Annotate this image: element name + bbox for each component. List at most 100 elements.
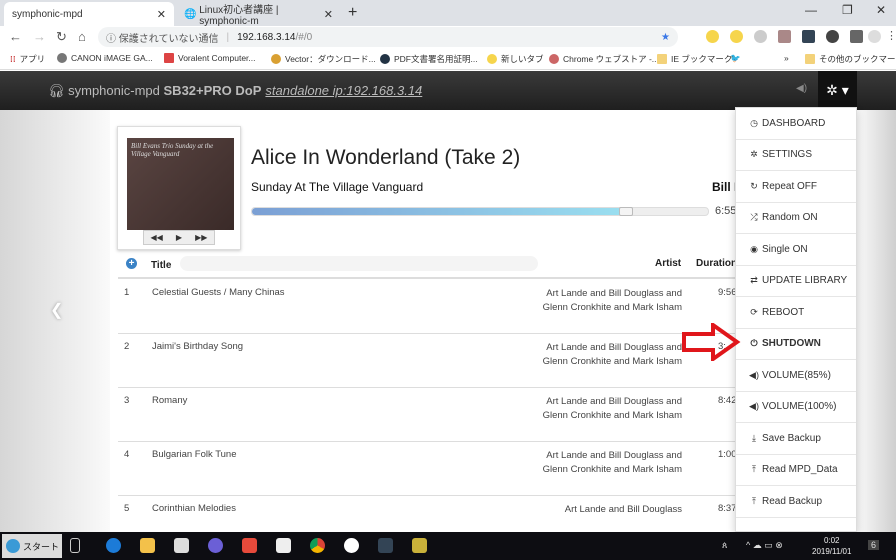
track-duration: 8:37 — [718, 503, 735, 514]
store-icon[interactable] — [174, 538, 189, 553]
menu-item-shutdown[interactable]: ⏻ SHUTDOWN — [736, 329, 856, 360]
minimize-button[interactable]: — — [805, 3, 817, 17]
restore-button[interactable]: ❐ — [842, 3, 853, 17]
people-icon[interactable]: ጰ — [722, 540, 727, 551]
menu-item-read-backup[interactable]: ⤒ Read Backup — [736, 486, 856, 518]
menu-item-save-backup[interactable]: ⤓ Save Backup — [736, 423, 856, 455]
back-icon[interactable]: ← — [9, 29, 22, 44]
security-indicator[interactable]: 保護されていない通信 — [119, 30, 219, 45]
menu-item-update-library[interactable]: ⇄ UPDATE LIBRARY — [736, 266, 856, 297]
table-row[interactable]: 4 Bulgarian Folk Tune Art Lande and Bill D… — [118, 442, 735, 496]
bookmark-star-icon[interactable]: ★ — [661, 32, 670, 43]
bookmark-vector[interactable]: Vector：ダウンロード... — [271, 53, 376, 65]
start-orb-icon — [6, 539, 20, 553]
bookmark-voralent[interactable]: Voralent Computer... — [164, 53, 256, 63]
fast-forward-icon[interactable]: ▶▶ — [195, 233, 207, 242]
play-icon[interactable]: ▶ — [176, 233, 182, 242]
app-icon[interactable] — [208, 538, 223, 553]
pdf-icon[interactable] — [778, 30, 791, 43]
menu-item-label: REBOOT — [762, 306, 805, 318]
progress-bar[interactable] — [251, 207, 709, 216]
chrome-icon[interactable] — [310, 538, 325, 553]
settings-dropdown-menu: ◷ DASHBOARD ✲ SETTINGS ↻ Repeat OFF ⤮ Random ON… — [735, 107, 857, 532]
bookmark-newtab[interactable]: 新しいタブ — [487, 53, 544, 65]
bookmark-canon[interactable]: CANON iMAGE GA... — [57, 53, 153, 63]
start-button[interactable]: スタート — [2, 534, 62, 558]
prev-panel — [0, 110, 110, 532]
app-icon[interactable] — [378, 538, 393, 553]
add-icon[interactable]: + — [126, 258, 137, 269]
rewind-icon[interactable]: ◀◀ — [151, 233, 163, 242]
explorer-icon[interactable] — [140, 538, 155, 553]
app-icon[interactable] — [242, 538, 257, 553]
extension-icon[interactable] — [826, 30, 839, 43]
close-window-button[interactable]: ✕ — [876, 3, 886, 17]
mode-link[interactable]: standalone ip:192.168.3.14 — [265, 83, 422, 98]
music-icon[interactable] — [344, 538, 359, 553]
extension-icon[interactable] — [730, 30, 743, 43]
twitter-icon[interactable]: 🐦 — [730, 53, 741, 64]
close-tab-icon[interactable]: ✕ — [157, 8, 166, 21]
reload-icon[interactable]: ↻ — [56, 29, 67, 45]
settings-menu-button[interactable]: ✲ ▾ — [818, 71, 857, 110]
track-title: Romany — [152, 395, 188, 406]
voralent-icon — [164, 53, 174, 63]
playback-controls: ◀◀ ▶ ▶▶ — [143, 230, 215, 245]
volume-icon[interactable]: ◀) — [796, 83, 807, 94]
profile-avatar[interactable] — [868, 30, 881, 43]
table-row[interactable]: 3 Romany Art Lande and Bill Douglass and G… — [118, 388, 735, 442]
mail-icon[interactable] — [276, 538, 291, 553]
table-row[interactable]: 2 Jaimi's Birthday Song Art Lande and Bill… — [118, 334, 735, 388]
menu-item-label: Repeat OFF — [762, 180, 818, 192]
apps-icon[interactable] — [802, 30, 815, 43]
folder-icon — [657, 54, 667, 64]
bookmark-chrome-store[interactable]: Chrome ウェブストア -... — [549, 53, 659, 65]
extension-icon[interactable] — [706, 30, 719, 43]
menu-item-repeat-off[interactable]: ↻ Repeat OFF — [736, 171, 856, 203]
tab-label: symphonic-mpd — [12, 8, 83, 20]
vector-icon — [271, 54, 281, 64]
bookmark-pdf[interactable]: PDF文書署名用証明... — [380, 53, 478, 65]
menu-item-dashboard[interactable]: ◷ DASHBOARD — [736, 108, 856, 140]
tab-symphonic-mpd[interactable]: symphonic-mpd ✕ — [4, 2, 174, 26]
menu-item-single-on[interactable]: ◉ Single ON — [736, 234, 856, 266]
forward-icon[interactable]: → — [33, 29, 46, 44]
clock[interactable]: 0:02 2019/11/01 — [812, 535, 851, 557]
menu-item-read-mpd-data[interactable]: ⤒ Read MPD_Data — [736, 455, 856, 486]
url-host: 192.168.3.14 — [237, 31, 296, 43]
menu-item-reboot[interactable]: ⟳ REBOOT — [736, 297, 856, 329]
chevron-left-icon[interactable]: ❮ — [50, 300, 63, 320]
notification-icon[interactable]: 6 — [868, 540, 880, 550]
bookmarks-overflow[interactable]: » — [784, 53, 789, 63]
table-row[interactable]: 1 Celestial Guests / Many Chinas Art Lande… — [118, 280, 735, 334]
header-title[interactable]: Title — [151, 260, 171, 271]
close-tab-icon[interactable]: ✕ — [324, 8, 333, 21]
help-icon[interactable] — [850, 30, 863, 43]
brand[interactable]: 🎧︎ symphonic-mpd SB32+PRO DoP standalone … — [48, 83, 422, 99]
bookmark-other[interactable]: その他のブックマーク — [805, 53, 896, 65]
header-duration[interactable]: Duration — [696, 258, 736, 269]
menu-item-settings[interactable]: ✲ SETTINGS — [736, 140, 856, 171]
upload-icon: ⤒ — [752, 495, 756, 506]
annotation-arrow — [682, 323, 741, 361]
edge-icon[interactable] — [106, 538, 121, 553]
menu-item-random-on[interactable]: ⤮ Random ON — [736, 203, 856, 234]
tab-linux[interactable]: 🌐 Linux初心者講座 | symphonic-m ✕ — [176, 2, 341, 27]
address-bar[interactable]: ⓘ 保護されていない通信 | 192.168.3.14/#/0 ★ — [98, 27, 678, 47]
norton-icon[interactable] — [412, 538, 427, 553]
progress-handle[interactable] — [618, 207, 633, 216]
menu-item-volume-100[interactable]: ◀) VOLUME(100%) — [736, 392, 856, 423]
menu-item-volume-85[interactable]: ◀) VOLUME(85%) — [736, 360, 856, 392]
task-view-icon[interactable] — [70, 538, 80, 553]
track-number: 4 — [124, 449, 130, 460]
github-icon[interactable] — [754, 30, 767, 43]
filter-input[interactable] — [180, 256, 538, 271]
tray-expand-icon[interactable]: ^ ☁ ▭ ⊗ — [746, 540, 783, 551]
track-title: Celestial Guests / Many Chinas — [152, 287, 285, 298]
header-artist[interactable]: Artist — [655, 258, 681, 269]
home-icon[interactable]: ⌂ — [78, 29, 86, 44]
bookmark-apps[interactable]: ⁞⁞ アプリ — [10, 53, 45, 65]
new-tab-button[interactable]: + — [348, 4, 357, 22]
menu-kebab-icon[interactable]: ⋮ — [886, 29, 896, 42]
bookmark-ie[interactable]: IE ブックマーク — [657, 53, 732, 65]
